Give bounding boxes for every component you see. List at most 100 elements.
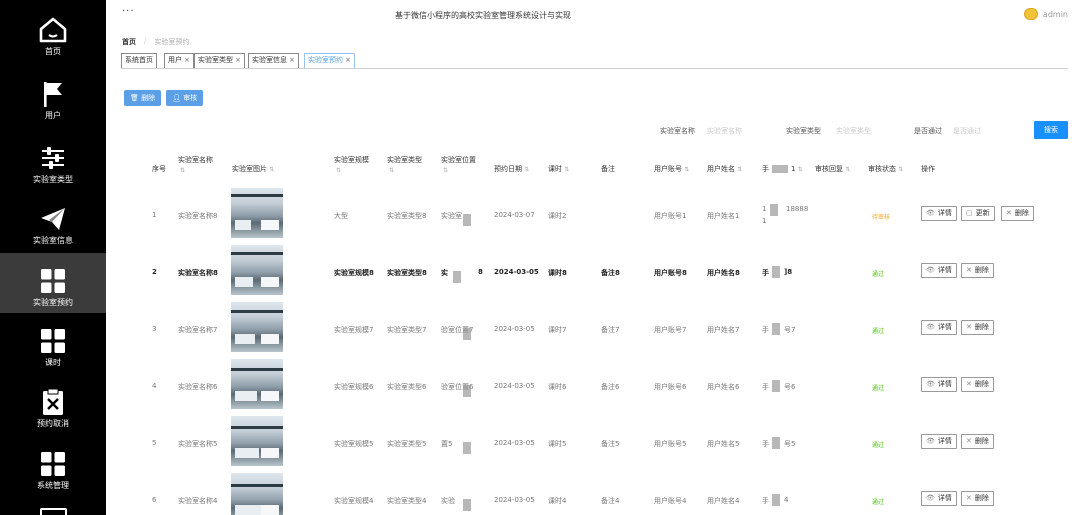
sidebar-item-6[interactable]: 课时 (0, 313, 106, 373)
detail-button[interactable]: 👁︎ 详情 (921, 320, 957, 335)
lab-image[interactable] (231, 359, 283, 409)
sidebar-item-8[interactable]: 系统管理 (0, 436, 106, 496)
sort-icon[interactable]: ⇅ (389, 167, 394, 174)
update-button[interactable]: ▢ 更新 (961, 206, 995, 221)
sidebar-item-7[interactable]: 预约取消 (0, 374, 106, 434)
user-account: 用户账号1 (654, 212, 687, 220)
close-icon: ✕ (966, 323, 972, 331)
search-button[interactable]: 搜索 (1034, 121, 1068, 139)
sidebar-item-3[interactable]: 实验室类型 (0, 130, 106, 190)
sort-icon[interactable]: ⇅ (798, 166, 803, 173)
col-username[interactable]: 用户姓名 ⇅ (707, 164, 742, 175)
table-row[interactable]: 6 实验室名称4 实验室规模4 实验室类型4 实验 2024-03-05 课时4 备注4 用户账… (106, 471, 1080, 515)
lab-image[interactable] (231, 473, 283, 515)
lab-type: 实验室类型4 (387, 497, 427, 505)
lab-image[interactable] (231, 416, 283, 466)
breadcrumb-home[interactable]: 首页 (122, 37, 136, 47)
sidebar-item-1[interactable]: 首页 (0, 2, 106, 62)
eye-icon: 👁︎ (926, 437, 935, 445)
flag-icon (0, 80, 106, 108)
sort-icon[interactable]: ⇅ (845, 166, 850, 173)
col-account[interactable]: 用户账号 ⇅ (654, 164, 689, 175)
redaction (463, 328, 471, 340)
redaction (770, 204, 778, 216)
user-name: 用户姓名6 (707, 383, 740, 391)
sort-icon[interactable]: ⇅ (737, 166, 742, 173)
more-icon[interactable]: ··· (122, 6, 135, 17)
col-reply[interactable]: 审核回复 ⇅ (815, 164, 850, 175)
lab-image[interactable] (231, 302, 283, 352)
row-delete-button[interactable]: ✕ 删除 (961, 377, 994, 392)
col-name[interactable]: 实验室名称 ⇅ (178, 155, 213, 176)
breadcrumb-separator: / (144, 37, 147, 45)
tab-2[interactable]: 用户 × (164, 53, 194, 68)
tab-3[interactable]: 实验室类型 × (194, 53, 245, 68)
detail-button[interactable]: 👁︎ 详情 (921, 434, 957, 449)
row-delete-button[interactable]: ✕ 删除 (1001, 206, 1034, 221)
detail-button[interactable]: 👁︎ 详情 (921, 263, 957, 278)
sidebar-item-label: 实验室信息 (33, 236, 73, 245)
close-icon: ✕ (966, 266, 972, 274)
col-status[interactable]: 审核状态 ⇅ (868, 164, 903, 175)
lab-location: 实验室 (441, 212, 462, 220)
tab-1[interactable]: 系统首页 (121, 53, 157, 68)
sort-icon[interactable]: ⇅ (524, 166, 529, 173)
close-icon[interactable]: × (289, 56, 295, 64)
redaction (463, 442, 471, 454)
remark: 备注6 (601, 383, 620, 391)
sort-icon[interactable]: ⇅ (180, 167, 185, 174)
sort-icon[interactable]: ⇅ (336, 167, 341, 174)
col-scale[interactable]: 实验室规模 ⇅ (334, 155, 369, 176)
user-menu[interactable]: admin (1023, 8, 1068, 20)
table-row[interactable]: 4 实验室名称6 实验室规模6 实验室类型6 验室位置6 2024-03-05 课时6 备注6… (106, 357, 1080, 414)
remark: 备注8 (601, 269, 620, 277)
detail-button[interactable]: 👁︎ 详情 (921, 206, 957, 221)
detail-button[interactable]: 👁︎ 详情 (921, 491, 957, 506)
sort-icon[interactable]: ⇅ (443, 167, 448, 174)
table-row[interactable]: 3 实验室名称7 实验室规模7 实验室类型7 验室位置7 2024-03-05 课时7 备注7… (106, 300, 1080, 357)
row-delete-button[interactable]: ✕ 删除 (961, 263, 994, 278)
phone-prefix: 1 (762, 205, 767, 213)
sort-icon[interactable]: ⇅ (269, 166, 274, 173)
tab-5[interactable]: 实验室预约 × (304, 53, 355, 68)
row-delete-button[interactable]: ✕ 删除 (961, 434, 994, 449)
col-lesson[interactable]: 课时 ⇅ (548, 164, 569, 175)
eye-icon: 👁︎ (926, 209, 935, 217)
col-image[interactable]: 实验室图片 ⇅ (232, 164, 274, 175)
close-icon[interactable]: × (184, 56, 190, 64)
sidebar-item-2[interactable]: 用户 (0, 66, 106, 126)
sidebar-item-4[interactable]: 实验室信息 (0, 191, 106, 251)
delete-button[interactable]: 🗑︎ 删除 (124, 90, 162, 106)
sidebar-item-5[interactable]: 实验室预约 (0, 253, 106, 313)
lab-type: 实验室类型7 (387, 326, 427, 334)
sidebar-item-label: 用户 (45, 111, 61, 120)
sidebar-item-overflow-icon[interactable] (40, 508, 67, 515)
sort-icon[interactable]: ⇅ (684, 166, 689, 173)
lab-image[interactable] (231, 245, 283, 295)
search-name-input[interactable]: 实验室名称 (707, 126, 742, 136)
phone-suffix: ]8 (784, 268, 793, 276)
review-button[interactable]: 👤︎ 审核 (166, 90, 204, 106)
eye-icon: 👁︎ (926, 494, 935, 502)
redaction (772, 380, 780, 392)
table-row[interactable]: 5 实验室名称5 实验室规模5 实验室类型5 置5 2024-03-05 课时5 备注5 用户账… (106, 414, 1080, 471)
search-type-input[interactable]: 实验室类型 (836, 126, 871, 136)
lab-image[interactable] (231, 188, 283, 238)
tab-4[interactable]: 实验室信息 × (248, 53, 299, 68)
sort-icon[interactable]: ⇅ (564, 166, 569, 173)
col-location[interactable]: 实验室位置 ⇅ (441, 155, 476, 176)
table-row[interactable]: 2 实验室名称8 实验室规模8 实验室类型8 实 8 2024-03-05 课时8 备注8 用户账… (106, 243, 1080, 300)
col-remark: 备注 (601, 165, 615, 173)
close-icon[interactable]: × (345, 56, 351, 64)
close-icon[interactable]: × (235, 56, 241, 64)
row-delete-button[interactable]: ✕ 删除 (961, 491, 994, 506)
table-row[interactable]: 1 实验室名称8 大型 实验室类型8 实验室 2024-03-07 课时2 用户账号1 用户姓名… (106, 186, 1080, 243)
col-date[interactable]: 预约日期 ⇅ (494, 164, 529, 175)
row-delete-button[interactable]: ✕ 删除 (961, 320, 994, 335)
col-phone[interactable]: 手1 ⇅ (762, 164, 803, 175)
detail-button[interactable]: 👁︎ 详情 (921, 377, 957, 392)
col-type[interactable]: 实验室类型 ⇅ (387, 155, 422, 176)
redaction (772, 266, 780, 278)
sort-icon[interactable]: ⇅ (898, 166, 903, 173)
search-pass-select[interactable]: 是否通过 (953, 126, 981, 136)
